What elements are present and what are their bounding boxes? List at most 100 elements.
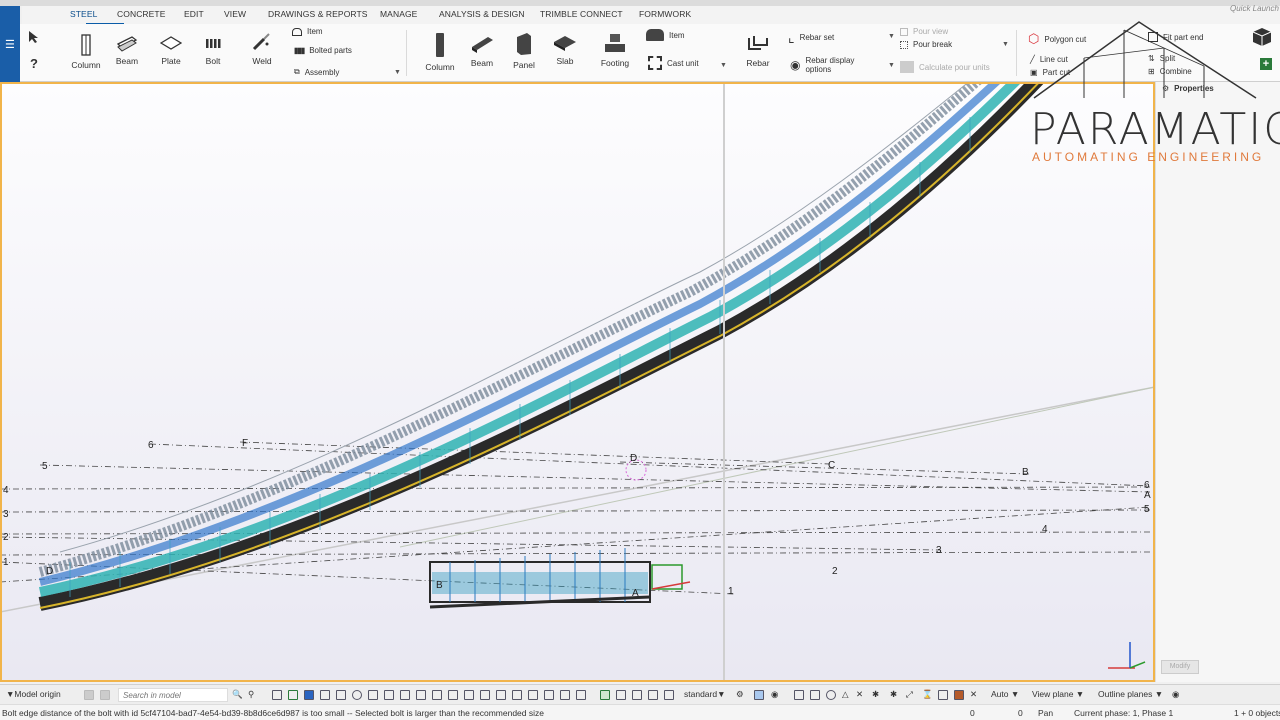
polygon-cut-button[interactable]: ⬡ Polygon cut [1028, 31, 1086, 47]
snap-icon[interactable] [664, 690, 674, 700]
part-cut-button[interactable]: ▣ Part cut [1030, 68, 1070, 77]
select-tool-button[interactable] [24, 30, 44, 48]
rebar-button[interactable]: Rebar [742, 34, 774, 68]
select-objects-icon[interactable] [304, 690, 314, 700]
snap-lines-icon[interactable] [560, 690, 570, 700]
cross-icon[interactable]: ✕ [856, 689, 863, 700]
snap-extension-icon[interactable] [648, 690, 658, 700]
steel-beam-button[interactable]: Beam [112, 34, 142, 66]
add-button[interactable]: + [1256, 58, 1276, 70]
fit-part-end-button[interactable]: Fit part end [1148, 32, 1203, 42]
line-cut-button[interactable]: ╱ Line cut [1030, 55, 1068, 64]
modify-button[interactable]: Modify [1161, 660, 1199, 674]
toggle-icon[interactable] [84, 690, 94, 700]
snap-midpoints-icon[interactable] [496, 690, 506, 700]
search-icon[interactable]: 🔍 [232, 689, 243, 700]
snap-intersections-icon[interactable] [512, 690, 522, 700]
rebar-set-caret[interactable]: ▼ [888, 33, 895, 40]
split-button[interactable]: ⇅ Split [1148, 54, 1175, 63]
frame-icon[interactable] [938, 690, 948, 700]
plate-button[interactable]: Plate [156, 34, 186, 66]
eye-icon[interactable]: ◉ [771, 689, 778, 700]
bolt-button[interactable]: Bolt [198, 34, 228, 66]
close-x-icon[interactable]: ✕ [970, 689, 977, 700]
weld-button[interactable]: Weld [246, 32, 278, 66]
pour-break-button[interactable]: Pour break [900, 40, 952, 49]
tab-manage[interactable]: MANAGE [380, 9, 417, 19]
bolted-parts-button[interactable]: ▮▮▮ Bolted parts [294, 46, 352, 55]
distance-icon[interactable]: ⤢ [906, 689, 913, 700]
combine-button[interactable]: ⊞ Combine [1148, 67, 1192, 76]
concrete-column-button[interactable]: Column [420, 32, 460, 72]
panel-button[interactable]: Panel [510, 32, 538, 70]
tab-edit[interactable]: EDIT [184, 9, 204, 19]
model-origin-dropdown[interactable]: ▼Model origin [6, 689, 61, 699]
shape-rect-icon[interactable] [810, 690, 820, 700]
select-all-icon[interactable] [272, 690, 282, 700]
rebar-display-options-button[interactable]: ◉ Rebar display options [790, 56, 890, 74]
snap-center-icon[interactable] [528, 690, 538, 700]
shape-box-icon[interactable] [794, 690, 804, 700]
select-planes-icon[interactable] [448, 690, 458, 700]
select-views-icon[interactable] [384, 690, 394, 700]
footing-button[interactable]: Footing [598, 32, 632, 68]
tab-analysis-design[interactable]: ANALYSIS & DESIGN [439, 9, 525, 19]
pointer-mode-icon[interactable] [754, 690, 764, 700]
pour-break-caret[interactable]: ▼ [1002, 41, 1009, 48]
select-welds-icon[interactable] [352, 690, 362, 700]
steel-more-caret[interactable]: ▼ [394, 69, 401, 76]
calculate-pour-units-button[interactable]: Calculate pour units [900, 61, 990, 73]
snap-grid-icon[interactable] [600, 690, 610, 700]
angle-alt-icon[interactable]: ✱ [890, 689, 897, 700]
cast-unit-button[interactable]: Cast unit [648, 56, 699, 70]
color-icon[interactable] [954, 690, 964, 700]
tab-concrete[interactable]: CONCRETE [117, 9, 166, 19]
view-plane-dropdown[interactable]: View plane ▼ [1032, 689, 1084, 699]
zoom-icon[interactable]: ⚲ [248, 689, 254, 700]
visibility-icon[interactable]: ◉ [1172, 689, 1179, 700]
snap-free-icon[interactable] [616, 690, 626, 700]
snap-nearest-icon[interactable] [576, 690, 586, 700]
toggle-icon[interactable] [100, 690, 110, 700]
snap-geometry-icon[interactable] [632, 690, 642, 700]
help-pointer-button[interactable]: ? [24, 56, 44, 71]
triangle-icon[interactable]: △ [842, 689, 849, 700]
tab-trimble-connect[interactable]: TRIMBLE CONNECT [540, 9, 623, 19]
select-grid-icon[interactable] [320, 690, 330, 700]
concrete-more-caret[interactable]: ▼ [720, 62, 727, 69]
model-view[interactable]: 6 F 5 4 3 2 1 D D C B 6 A 5 4 3 2 1 B A [0, 82, 1155, 682]
steel-column-button[interactable]: Column [68, 34, 104, 70]
pour-view-button[interactable]: Pour view [900, 27, 948, 36]
tab-view[interactable]: VIEW [224, 9, 246, 19]
assembly-button[interactable]: ⧉ Assembly [294, 67, 339, 77]
select-surfaces-icon[interactable] [432, 690, 442, 700]
select-points-icon[interactable] [336, 690, 346, 700]
more-tools-button[interactable] [1250, 27, 1274, 51]
steel-item-button[interactable]: Item [292, 27, 323, 36]
tab-drawings-reports[interactable]: DRAWINGS & REPORTS [268, 9, 368, 19]
concrete-item-button[interactable]: Item [646, 29, 685, 41]
angle-icon[interactable]: ✱ [872, 689, 879, 700]
select-rebar-icon[interactable] [416, 690, 426, 700]
shape-circle-icon[interactable] [826, 690, 836, 700]
tab-formwork[interactable]: FORMWORK [639, 9, 691, 19]
select-reference-icon[interactable] [464, 690, 474, 700]
select-parts-icon[interactable] [288, 690, 298, 700]
tab-steel[interactable]: STEEL [70, 9, 97, 19]
properties-button[interactable]: ⚙ Properties [1162, 84, 1214, 93]
rebar-set-button[interactable]: ⌞ Rebar set [788, 29, 834, 46]
hourglass-icon[interactable]: ⌛ [922, 689, 933, 700]
view-filter-dropdown[interactable]: standard▼ [684, 689, 726, 699]
snap-endpoints-icon[interactable] [480, 690, 490, 700]
snap-perpendicular-icon[interactable] [544, 690, 554, 700]
auto-dropdown[interactable]: Auto ▼ [991, 689, 1019, 699]
file-menu-button[interactable]: ☰ [0, 6, 20, 82]
settings-icon[interactable]: ⚙ [736, 689, 744, 700]
select-bolts-icon[interactable] [400, 690, 410, 700]
select-cuts-icon[interactable] [368, 690, 378, 700]
rebar-display-caret[interactable]: ▼ [888, 62, 895, 69]
search-in-model-input[interactable] [118, 688, 228, 702]
quick-launch-input[interactable]: Quick Launch [1230, 4, 1279, 13]
slab-button[interactable]: Slab [550, 34, 580, 66]
outline-planes-dropdown[interactable]: Outline planes ▼ [1098, 689, 1163, 699]
